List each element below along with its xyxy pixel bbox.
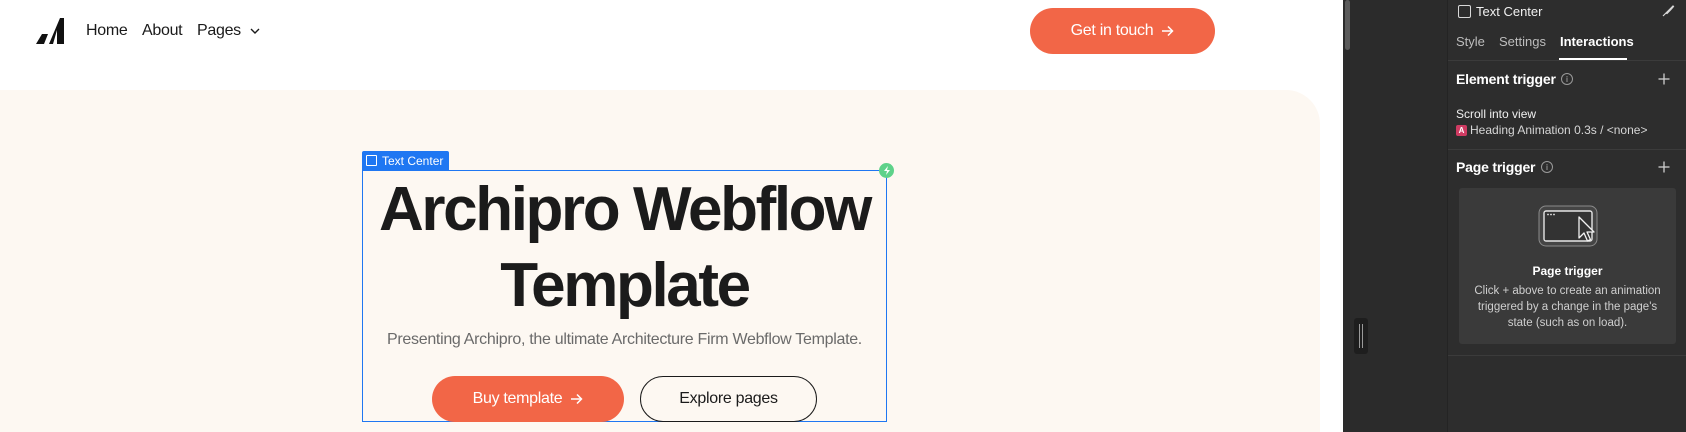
grip-line	[1359, 324, 1360, 348]
animation-icon: A	[1456, 124, 1467, 136]
tab-style[interactable]: Style	[1456, 34, 1485, 49]
style-brush-icon[interactable]	[1661, 4, 1675, 18]
info-icon[interactable]: i	[1561, 73, 1573, 85]
panel-tabs: Style Settings Interactions	[1448, 31, 1686, 61]
buy-template-label: Buy template	[472, 390, 563, 407]
browser-cursor-icon	[1538, 205, 1598, 247]
section-divider	[1448, 149, 1686, 150]
buy-template-button[interactable]: Buy template	[432, 376, 624, 422]
hero-heading-line-2: Template	[500, 251, 751, 320]
explore-pages-button[interactable]: Explore pages	[640, 376, 817, 422]
tab-interactions[interactable]: Interactions	[1560, 34, 1634, 49]
empty-state-description: Click + above to create an animation tri…	[1474, 285, 1661, 329]
div-block-icon	[366, 155, 377, 166]
page-trigger-heading: Page trigger	[1456, 159, 1536, 175]
nav-link-about[interactable]: About	[142, 22, 183, 40]
hero-heading[interactable]: Archipro Webflow Template	[362, 172, 887, 324]
hero-subtitle[interactable]: Presenting Archipro, the ultimate Archit…	[362, 331, 887, 349]
nav-link-home[interactable]: Home	[86, 22, 128, 40]
arrow-right-icon	[1162, 25, 1174, 37]
trigger-animation-row[interactable]: A Heading Animation 0.3s / <none>	[1456, 123, 1647, 137]
empty-state-title: Page trigger	[1532, 264, 1603, 278]
interactions-panel: Text Center Style Settings Interactions …	[1447, 0, 1686, 432]
trigger-name[interactable]: Scroll into view	[1456, 107, 1536, 121]
selection-label[interactable]: Text Center	[362, 151, 450, 170]
grip-line	[1362, 324, 1363, 348]
designer-canvas[interactable]: Home About Pages Get in touch Text Cente…	[0, 0, 1343, 432]
info-icon[interactable]: i	[1541, 161, 1553, 173]
hero-heading-line-1: Archipro Webflow	[379, 175, 872, 244]
add-element-trigger-icon[interactable]	[1658, 73, 1670, 85]
trigger-animation-text: Heading Animation 0.3s / <none>	[1470, 123, 1648, 137]
arrow-right-icon	[571, 393, 583, 405]
element-type-icon	[1458, 5, 1471, 18]
panel-header: Text Center	[1448, 0, 1686, 24]
canvas-scrollbar[interactable]	[1345, 0, 1350, 50]
canvas-gutter	[1343, 0, 1447, 432]
selection-label-text: Text Center	[382, 153, 444, 168]
get-in-touch-button[interactable]: Get in touch	[1030, 8, 1215, 54]
tab-settings[interactable]: Settings	[1499, 34, 1546, 49]
get-in-touch-label: Get in touch	[1070, 22, 1154, 39]
chevron-down-icon[interactable]	[250, 27, 260, 35]
nav-link-pages[interactable]: Pages	[197, 22, 241, 40]
section-divider	[1448, 355, 1686, 356]
active-tab-indicator	[1559, 58, 1627, 60]
page-trigger-empty-state: Page trigger Click + above to create an …	[1459, 188, 1676, 344]
brand-logo-icon[interactable]	[36, 18, 64, 44]
panel-resize-handle[interactable]	[1354, 318, 1368, 354]
explore-pages-label: Explore pages	[679, 390, 778, 407]
element-trigger-heading: Element trigger	[1456, 71, 1556, 87]
site-navbar: Home About Pages Get in touch	[0, 0, 1343, 64]
add-page-trigger-icon[interactable]	[1658, 161, 1670, 173]
selected-element-name: Text Center	[1476, 4, 1543, 19]
